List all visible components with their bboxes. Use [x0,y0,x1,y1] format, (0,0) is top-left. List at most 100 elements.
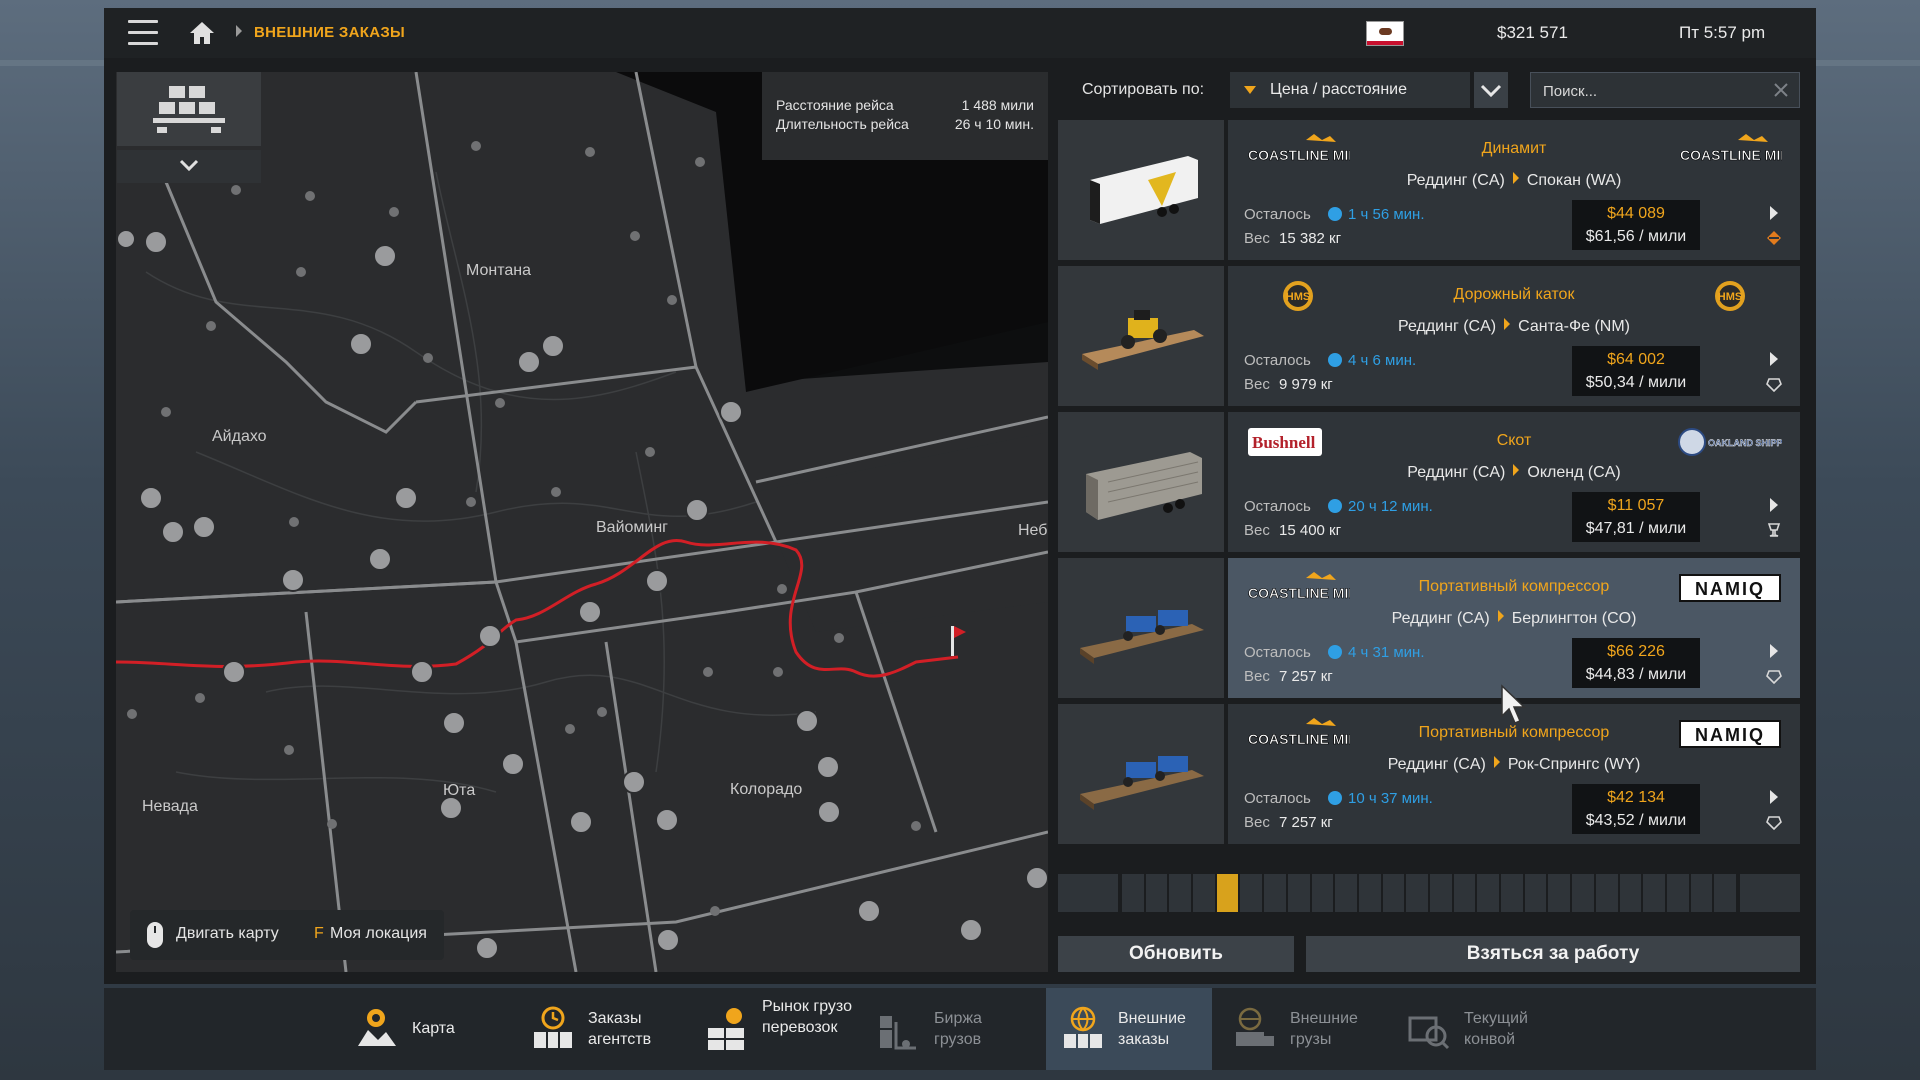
my-location-hint[interactable]: Моя локация [330,925,427,943]
tab-label: Внешние заказы [1118,1010,1186,1048]
map-layer-button[interactable] [117,72,261,146]
state-label-nebraska: Неб [1018,522,1048,539]
garage-beam [0,60,104,66]
pager-page[interactable] [1193,874,1215,912]
job-details-arrow-icon[interactable] [1770,352,1778,366]
pager-page[interactable] [1619,874,1642,912]
pager-page[interactable] [1501,874,1523,912]
job-row[interactable]: Bushnell Скот OAKLAND SHIPPERS Реддинг (… [1058,412,1800,552]
pager-page[interactable] [1122,874,1144,912]
job-details-arrow-icon[interactable] [1770,498,1778,512]
heavy-cargo-icon [1766,670,1782,684]
pager-page[interactable] [1524,874,1547,912]
home-icon[interactable] [188,20,216,46]
pager-page[interactable] [1595,874,1618,912]
svg-text:NAMIQ: NAMIQ [1695,725,1765,745]
map-layer-expand-button[interactable] [117,150,261,183]
close-icon[interactable] [1773,82,1789,98]
pager-page[interactable] [1335,874,1357,912]
pager-page[interactable] [1216,874,1239,912]
pager-page[interactable] [1287,874,1310,912]
route-arrow-icon [1497,610,1504,622]
price-box: $64 002 $50,34 / мили [1572,346,1700,396]
sort-select[interactable]: Цена / расстояние [1230,72,1470,108]
bottom-tab-bar: Карта Заказы агентств Рынок грузоперевоз… [104,988,1816,1070]
timer-icon [1328,499,1342,513]
tab-agency-orders[interactable]: Заказы агентств [530,988,680,1070]
job-details-arrow-icon[interactable] [1770,206,1778,220]
freight-exchange-icon [880,1016,916,1050]
pager-page[interactable] [1453,874,1476,912]
price-box: $66 226 $44,83 / мили [1572,638,1700,688]
job-details-arrow-icon[interactable] [1770,644,1778,658]
job-row[interactable]: COASTLINE MINING Портативный компрессор … [1058,704,1800,844]
chevron-down-icon [179,159,199,172]
svg-text:COASTLINE MINING: COASTLINE MINING [1248,731,1350,747]
job-card: COASTLINE MINING Динамит COASTLINE MININ… [1228,120,1800,260]
price-box: $42 134 $43,52 / мили [1572,784,1700,834]
pager-page[interactable] [1666,874,1689,912]
trip-duration-value: 26 ч 10 мин. [954,116,1034,132]
sort-dropdown-button[interactable] [1474,72,1508,108]
pager-page[interactable] [1264,874,1286,912]
pager-page[interactable] [1311,874,1334,912]
sort-label: Сортировать по: [1082,81,1205,98]
job-price: $44 089 [1607,205,1665,222]
job-row[interactable]: HMS Дорожный каток HMS Реддинг (CA) Санта… [1058,266,1800,406]
tab-external-orders[interactable]: Внешние заказы [1046,988,1212,1070]
time-remaining-label: Осталось [1244,790,1311,807]
pager-page[interactable] [1643,874,1665,912]
tab-freight-exchange[interactable]: Биржа грузов [876,988,1026,1070]
tab-external-cargo[interactable]: Внешние грузы [1232,988,1382,1070]
job-price: $64 002 [1607,351,1665,368]
svg-text:COASTLINE MINING: COASTLINE MINING [1248,147,1350,163]
pager-prev-button[interactable] [1058,874,1118,912]
globe-cargo-icon [1064,1006,1102,1048]
pager-page[interactable] [1358,874,1381,912]
accept-job-button[interactable]: Взяться за работу [1306,936,1800,972]
price-box: $11 057 $47,81 / мили [1572,492,1700,542]
pager-page[interactable] [1169,874,1192,912]
route-map[interactable]: Монтана Айдахо Вайоминг Неб Юта Колорадо… [116,72,1048,972]
trip-info-panel: Расстояние рейса 1 488 мили Длительность… [762,72,1048,160]
cargo-market-icon [708,1008,744,1050]
job-details-arrow-icon[interactable] [1770,790,1778,804]
pager-page[interactable] [1382,874,1405,912]
cargo-name: Портативный компрессор [1418,724,1610,741]
tab-map[interactable]: Карта [354,988,484,1070]
route-origin: Реддинг (CA) [1387,756,1486,773]
job-price-per-mile: $61,56 / мили [1585,228,1687,245]
tab-label: Заказы агентств [588,1010,652,1048]
sort-direction-icon [1244,86,1256,94]
pager-page[interactable] [1145,874,1168,912]
pager-page[interactable] [1240,874,1263,912]
pager-page[interactable] [1548,874,1571,912]
refresh-button[interactable]: Обновить [1058,936,1294,972]
job-card: HMS Дорожный каток HMS Реддинг (CA) Санта… [1228,266,1800,406]
job-price-per-mile: $43,52 / мили [1585,812,1687,829]
pager-page[interactable] [1714,874,1736,912]
search-field[interactable] [1530,72,1800,108]
weight-label: Вес [1244,668,1270,685]
time-remaining: 4 ч 31 мин. [1348,644,1425,661]
pager-page[interactable] [1406,874,1428,912]
job-route: Реддинг (CA) Берлингтон (CO) [1228,610,1800,628]
trip-distance-value: 1 488 мили [961,97,1034,113]
pager-page[interactable] [1430,874,1452,912]
pager-page[interactable] [1572,874,1594,912]
job-row[interactable]: COASTLINE MINING Динамит COASTLINE MININ… [1058,120,1800,260]
search-input[interactable] [1541,79,1765,103]
menu-icon[interactable] [128,20,158,46]
tab-cargo-market[interactable]: Рынок грузоперевозок [704,988,854,1070]
tab-current-convoy[interactable]: Текущий конвой [1406,988,1556,1070]
breadcrumb[interactable]: ВНЕШНИЕ ЗАКАЗЫ [254,24,405,41]
tab-label: Биржа грузов [934,1010,982,1048]
job-row[interactable]: COASTLINE MINING Портативный компрессор … [1058,558,1800,698]
pager-page[interactable] [1477,874,1500,912]
pager-next-button[interactable] [1740,874,1800,912]
fragile-cargo-icon [1767,523,1781,537]
chevron-down-icon [1480,84,1502,98]
timer-icon [1328,353,1342,367]
pager-page[interactable] [1690,874,1713,912]
timer-icon [1328,207,1342,221]
